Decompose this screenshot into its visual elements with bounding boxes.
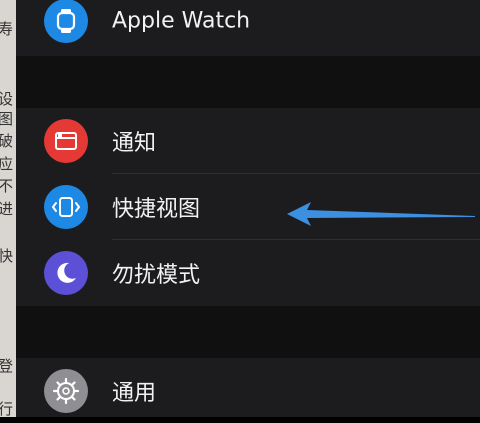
annotation-arrow-icon [287, 202, 475, 226]
background-article-strip: 寿 设 图 破 应 不 进 快 登 行 [0, 0, 16, 417]
background-text: 行 [0, 400, 14, 417]
apple-watch-icon [44, 0, 88, 43]
background-text: 寿 [0, 20, 14, 38]
background-text: 进 [0, 200, 14, 218]
settings-screen: Apple Watch 通知 快捷视图 勿扰模式 通用 [16, 0, 480, 417]
background-text: 登 [0, 357, 14, 375]
settings-item-general[interactable]: 通用 [16, 358, 480, 423]
glances-icon [44, 184, 88, 229]
settings-group-device: Apple Watch [16, 0, 480, 56]
background-text: 应 [0, 155, 14, 173]
moon-icon [44, 250, 88, 295]
settings-item-label: Apple Watch [112, 8, 251, 33]
gear-icon [44, 368, 88, 413]
background-text: 不 [0, 177, 14, 195]
settings-item-label: 勿扰模式 [112, 262, 201, 288]
background-text: 图 [0, 110, 14, 128]
background-text: 设 [0, 90, 14, 108]
settings-item-label: 通知 [112, 130, 157, 156]
settings-item-do-not-disturb[interactable]: 勿扰模式 [16, 240, 480, 305]
settings-item-label: 快捷视图 [112, 196, 201, 222]
notifications-icon [44, 118, 88, 163]
settings-item-notifications[interactable]: 通知 [16, 108, 480, 173]
settings-group-general: 通用 [16, 358, 480, 417]
background-text: 快 [0, 247, 14, 265]
settings-item-apple-watch[interactable]: Apple Watch [16, 0, 480, 53]
background-text: 破 [0, 132, 14, 150]
settings-item-label: 通用 [112, 380, 157, 406]
